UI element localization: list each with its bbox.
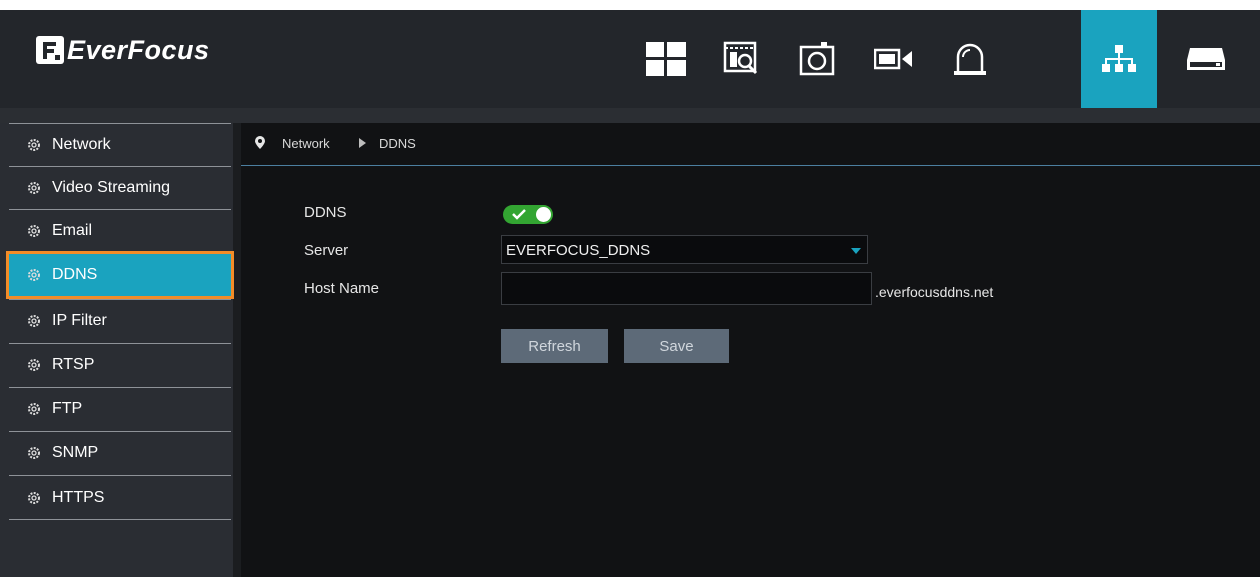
server-label: Server <box>304 242 349 259</box>
sidebar-item-email[interactable]: Email <box>9 209 231 251</box>
sidebar-item-ddns[interactable]: DDNS <box>6 251 234 299</box>
gear-icon <box>28 181 40 194</box>
app-window: EverFocus Network Video Streaming Email … <box>0 10 1260 577</box>
playback-search-icon <box>723 41 758 75</box>
gear-icon <box>28 224 40 237</box>
alarm-bell-icon <box>954 43 986 75</box>
dropdown-caret-icon <box>851 248 861 254</box>
storage-button[interactable] <box>1168 10 1244 108</box>
breadcrumb-current: DDNS <box>379 136 416 151</box>
sidebar-item-label: HTTPS <box>52 488 105 506</box>
host-name-input[interactable] <box>501 272 872 305</box>
ddns-toggle[interactable] <box>503 205 553 224</box>
record-camera-button[interactable] <box>856 10 932 108</box>
gear-icon <box>28 402 40 415</box>
sidebar-item-label: SNMP <box>52 443 99 461</box>
sidebar-item-label: RTSP <box>52 355 95 373</box>
sidebar-item-label: DDNS <box>52 266 98 283</box>
sidebar-item-ftp[interactable]: FTP <box>9 387 231 429</box>
sidebar-item-https[interactable]: HTTPS <box>9 475 231 520</box>
snapshot-button[interactable] <box>780 10 856 108</box>
layout-grid-button[interactable] <box>628 10 704 108</box>
gear-icon <box>28 269 40 281</box>
sidebar-item-label: FTP <box>52 399 83 417</box>
storage-drive-icon <box>1187 48 1225 70</box>
sidebar-item-video-streaming[interactable]: Video Streaming <box>9 166 231 208</box>
sidebar-item-ip-filter[interactable]: IP Filter <box>9 299 231 341</box>
breadcrumb-parent[interactable]: Network <box>282 136 330 151</box>
sidebar-item-label: Network <box>52 135 111 153</box>
header-divider-band <box>0 108 1260 123</box>
server-select[interactable]: EVERFOCUS_DDNS <box>501 235 868 264</box>
server-selected-value: EVERFOCUS_DDNS <box>506 242 651 259</box>
sidebar-item-label: Email <box>52 221 93 239</box>
gear-icon <box>28 491 40 504</box>
save-button[interactable]: Save <box>624 329 729 363</box>
settings-sidebar: Network Video Streaming Email DDNS IP Fi… <box>0 123 234 577</box>
refresh-button[interactable]: Refresh <box>501 329 608 363</box>
check-icon <box>512 209 526 220</box>
gear-icon <box>28 314 40 327</box>
host-name-suffix: .everfocusddns.net <box>875 284 994 300</box>
brand-logo: EverFocus <box>35 32 210 68</box>
sidebar-item-network[interactable]: Network <box>9 123 231 165</box>
sidebar-item-label: Video Streaming <box>52 178 170 196</box>
snapshot-icon <box>799 42 835 76</box>
brand-name: EverFocus <box>67 34 210 65</box>
location-pin-icon <box>255 136 265 149</box>
toggle-knob <box>536 207 551 222</box>
sidebar-item-snmp[interactable]: SNMP <box>9 431 231 473</box>
host-name-label: Host Name <box>304 280 380 297</box>
breadcrumb-separator-icon <box>359 138 366 148</box>
top-header: EverFocus <box>0 10 1260 108</box>
sidebar-item-rtsp[interactable]: RTSP <box>9 343 231 385</box>
record-camera-icon <box>874 48 912 70</box>
alarm-button[interactable] <box>932 10 1008 108</box>
sidebar-item-label: IP Filter <box>52 311 107 329</box>
gear-icon <box>28 358 40 371</box>
layout-grid-icon <box>646 42 686 76</box>
gear-icon <box>28 446 40 459</box>
network-settings-button[interactable] <box>1081 10 1157 108</box>
playback-search-button[interactable] <box>704 10 780 108</box>
network-icon <box>1102 45 1136 72</box>
ddns-settings-panel: Network DDNS DDNS Server EVERFOCUS_DDNS … <box>241 123 1260 577</box>
breadcrumb: Network DDNS <box>241 123 1260 166</box>
ddns-label: DDNS <box>304 204 347 221</box>
gear-icon <box>28 138 40 151</box>
everfocus-logo-icon <box>36 36 64 64</box>
